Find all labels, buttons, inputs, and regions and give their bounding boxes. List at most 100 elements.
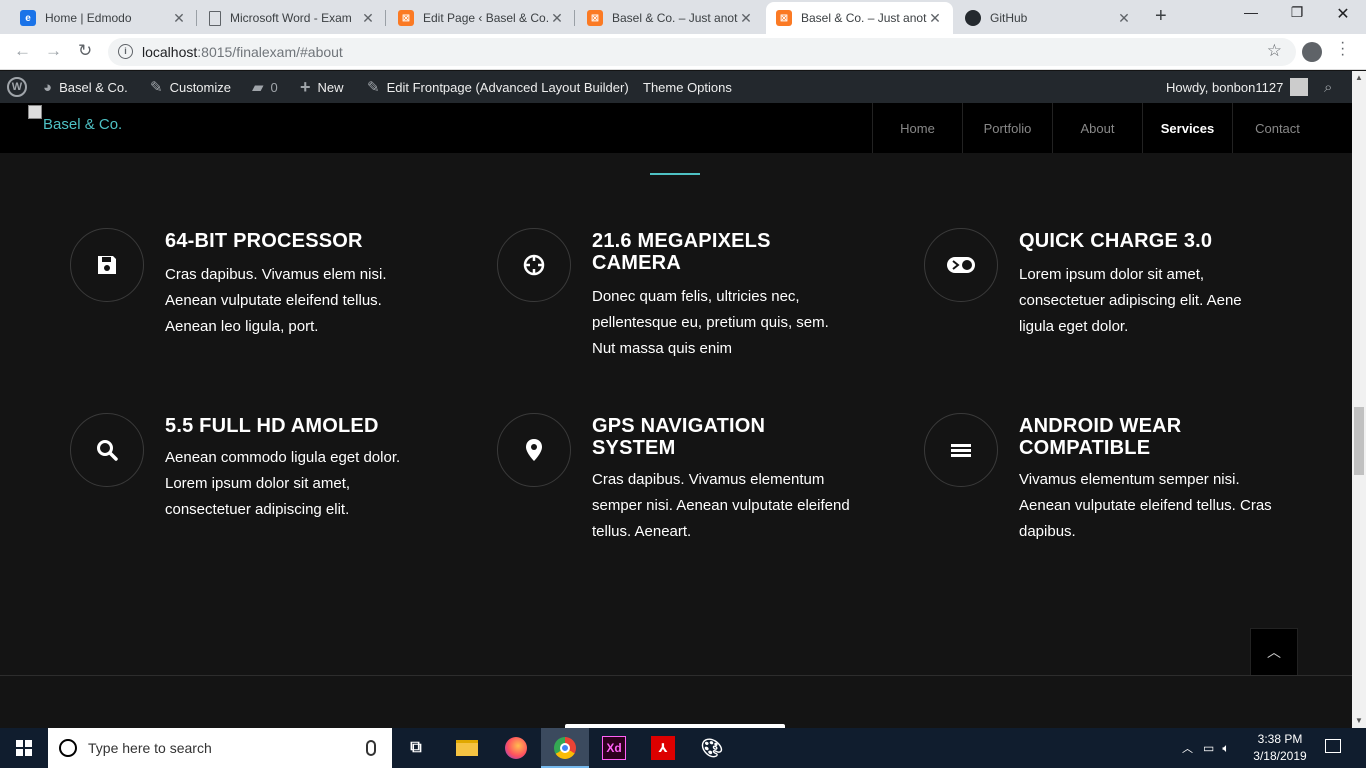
minimize-button[interactable]: — xyxy=(1228,4,1274,20)
profile-avatar-icon[interactable] xyxy=(1302,42,1322,62)
section-accent-line xyxy=(650,173,700,175)
wp-account-link[interactable]: Howdy, bonbon1127 xyxy=(1166,71,1309,103)
wp-admin-bar: W ◕ Basel & Co. ✎ Customize ▰ 0 + New ✎ Edit … xyxy=(0,71,1352,103)
new-tab-button[interactable]: + xyxy=(1155,5,1167,28)
nav-contact[interactable]: Contact xyxy=(1232,103,1322,153)
tab-word[interactable]: Microsoft Word - Exam ✕ xyxy=(199,2,386,34)
tab-title: Basel & Co. – Just anoth xyxy=(801,11,927,25)
site-logo[interactable]: Basel & Co. xyxy=(28,105,122,133)
nav-services[interactable]: Services xyxy=(1142,103,1232,153)
volume-muted-icon[interactable]: 🔈︎ xyxy=(1222,741,1229,756)
feature-text: Donec quam felis, ultricies nec, pellent… xyxy=(592,288,829,357)
restore-button[interactable]: ❐ xyxy=(1274,4,1320,21)
feature-text: Cras dapibus. Vivamus elem nisi. Aenean … xyxy=(165,266,387,335)
cortana-icon xyxy=(59,739,77,757)
wp-edit-frontpage-link[interactable]: ✎ Edit Frontpage (Advanced Layout Builder… xyxy=(367,71,629,103)
section-divider xyxy=(0,675,1352,676)
url-text: localhost:8015/finalexam/#about xyxy=(142,44,343,60)
plus-icon: + xyxy=(300,76,311,97)
notifications-icon[interactable] xyxy=(1325,739,1341,753)
chevron-up-icon[interactable]: ︿ xyxy=(1182,740,1193,756)
close-icon[interactable]: ✕ xyxy=(1116,10,1132,27)
toggle-icon xyxy=(947,257,975,273)
taskbar-clock[interactable]: 3:38 PM 3/18/2019 xyxy=(1250,731,1310,765)
clock-time: 3:38 PM xyxy=(1257,732,1303,746)
close-icon[interactable]: ✕ xyxy=(738,10,754,27)
info-icon[interactable]: i xyxy=(118,44,133,59)
url-input[interactable]: i localhost:8015/finalexam/#about ☆ xyxy=(108,38,1296,66)
edmodo-icon: e xyxy=(20,10,36,26)
start-button[interactable] xyxy=(0,728,48,768)
wp-new-label: New xyxy=(317,79,344,95)
browser-tab-strip: e Home | Edmodo ✕ Microsoft Word - Exam … xyxy=(0,0,1366,34)
nav-home[interactable]: Home xyxy=(872,103,962,153)
url-host: localhost xyxy=(142,44,198,60)
task-view-icon[interactable]: ⧉ xyxy=(404,736,428,760)
file-explorer-icon[interactable] xyxy=(455,736,479,760)
tab-title: Edit Page ‹ Basel & Co. xyxy=(423,11,549,25)
tab-edmodo[interactable]: e Home | Edmodo ✕ xyxy=(10,2,197,34)
wp-search-icon[interactable]: ⌕ xyxy=(1324,71,1332,103)
wordpress-logo-icon[interactable]: W xyxy=(7,71,27,103)
document-icon xyxy=(209,10,221,26)
chrome-menu-icon[interactable]: · · · xyxy=(1340,35,1345,63)
tab-title: Basel & Co. – Just anoth xyxy=(612,11,738,25)
taskbar-search-input[interactable]: Type here to search xyxy=(48,728,392,768)
close-icon[interactable]: ✕ xyxy=(360,10,376,27)
feature-icon-circle xyxy=(497,413,571,487)
scrollbar-thumb[interactable] xyxy=(1354,407,1364,475)
tab-title: Home | Edmodo xyxy=(45,11,132,25)
feature-icon-circle xyxy=(924,413,998,487)
wp-theme-options-link[interactable]: Theme Options xyxy=(643,71,732,103)
bookmark-star-icon[interactable]: ☆ xyxy=(1267,41,1282,61)
feature-title: 21.6 MEGAPIXELS CAMERA xyxy=(592,230,771,274)
chevron-up-icon: ︿ xyxy=(1267,644,1281,660)
xampp-icon: ⊠ xyxy=(776,10,792,26)
back-icon[interactable]: ← xyxy=(14,41,31,61)
search-icon xyxy=(97,440,118,461)
feature-icon-circle xyxy=(924,228,998,302)
wp-new-link[interactable]: + New xyxy=(300,71,344,103)
wp-customize-link[interactable]: ✎ Customize xyxy=(150,71,231,103)
nav-portfolio[interactable]: Portfolio xyxy=(962,103,1052,153)
tab-basel-1[interactable]: ⊠ Basel & Co. – Just anoth ✕ xyxy=(577,2,764,34)
microphone-icon[interactable] xyxy=(366,740,376,756)
scroll-down-arrow-icon[interactable]: ▼ xyxy=(1352,714,1366,728)
windows-taskbar: Type here to search ⧉ Xd ⅄ 🎨︎ ︿ ▭ 🔈︎ 3:3… xyxy=(0,728,1366,768)
firefox-icon[interactable] xyxy=(504,736,528,760)
page-scrollbar[interactable]: ▲ ▼ xyxy=(1352,71,1366,728)
close-window-button[interactable]: ✕ xyxy=(1320,4,1366,24)
chrome-icon[interactable] xyxy=(553,736,577,760)
feature-text: Lorem ipsum dolor sit amet, consectetuer… xyxy=(1019,266,1242,335)
reload-icon[interactable]: ↻ xyxy=(78,41,92,61)
wp-site-link[interactable]: ◕ Basel & Co. xyxy=(43,71,128,103)
acrobat-icon[interactable]: ⅄ xyxy=(651,736,675,760)
wp-comments-count: 0 xyxy=(270,79,278,95)
network-icon[interactable]: ▭ xyxy=(1203,741,1214,755)
close-icon[interactable]: ✕ xyxy=(549,10,565,27)
tab-edit-page[interactable]: ⊠ Edit Page ‹ Basel & Co. ✕ xyxy=(388,2,575,34)
nav-about[interactable]: About xyxy=(1052,103,1142,153)
scroll-up-arrow-icon[interactable]: ▲ xyxy=(1352,71,1366,85)
scroll-to-top-button[interactable]: ︿ xyxy=(1250,628,1298,676)
adobe-xd-icon[interactable]: Xd xyxy=(602,736,626,760)
close-icon[interactable]: ✕ xyxy=(171,10,187,27)
wp-comments-link[interactable]: ▰ 0 xyxy=(252,71,278,103)
feature-title: 5.5 FULL HD AMOLED xyxy=(165,415,379,437)
feature-icon-circle xyxy=(70,228,144,302)
close-icon[interactable]: ✕ xyxy=(927,10,943,27)
crosshair-icon xyxy=(523,254,545,276)
comment-icon: ▰ xyxy=(252,79,264,96)
feature-title: 64-BIT PROCESSOR xyxy=(165,230,363,252)
tab-basel-active[interactable]: ⊠ Basel & Co. – Just anoth ✕ xyxy=(766,2,953,34)
hamburger-icon xyxy=(951,444,971,457)
xampp-icon: ⊠ xyxy=(587,10,603,26)
paint-icon[interactable]: 🎨︎ xyxy=(700,736,724,760)
feature-icon-circle xyxy=(70,413,144,487)
brush-icon: ✎ xyxy=(150,79,163,96)
tab-title: Microsoft Word - Exam xyxy=(230,11,352,25)
tab-github[interactable]: GitHub ✕ xyxy=(955,2,1142,34)
wp-theme-options-label: Theme Options xyxy=(643,79,732,95)
feature-text: Vivamus elementum semper nisi. Aenean vu… xyxy=(1019,471,1272,540)
forward-icon[interactable]: → xyxy=(45,41,62,61)
